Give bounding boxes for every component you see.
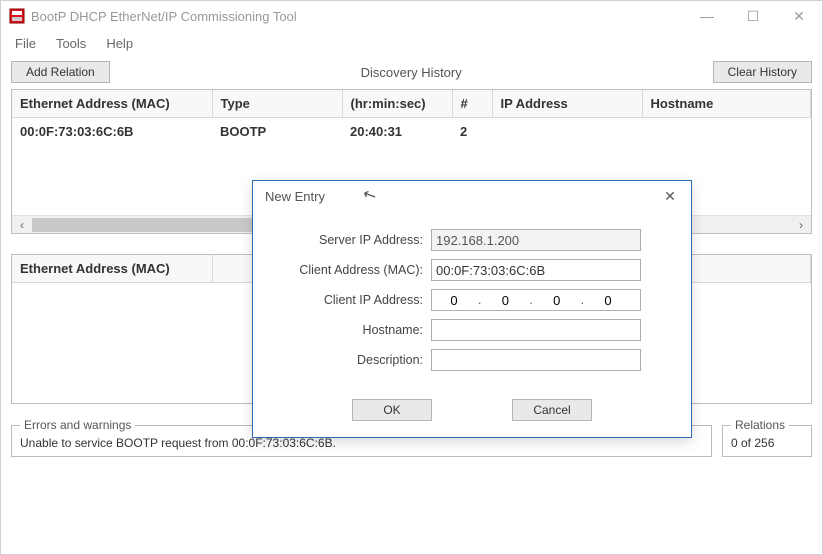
app-icon [9,8,25,24]
col-header-mac[interactable]: Ethernet Address (MAC) [12,90,212,118]
client-ip-label: Client IP Address: [271,293,431,307]
cell-host [642,118,811,146]
maximize-button[interactable]: ☐ [730,1,776,31]
ip-octet-4[interactable] [586,292,630,309]
client-mac-field[interactable] [431,259,641,281]
scroll-right-icon[interactable]: › [793,218,809,232]
ip-dot: . [476,293,483,307]
menu-help[interactable]: Help [96,34,143,53]
clear-history-button[interactable]: Clear History [713,61,812,83]
cell-type: BOOTP [212,118,342,146]
description-field[interactable] [431,349,641,371]
col-header-count[interactable]: # [452,90,492,118]
dialog-close-button[interactable]: ✕ [655,188,685,205]
close-button[interactable]: ✕ [776,1,822,31]
errors-legend: Errors and warnings [20,418,135,432]
cell-count: 2 [452,118,492,146]
toolbar: Add Relation Discovery History Clear His… [11,61,812,83]
ip-octet-3[interactable] [535,292,579,309]
server-ip-label: Server IP Address: [271,233,431,247]
client-ip-field[interactable]: . . . [431,289,641,311]
new-entry-dialog: New Entry ↖ ✕ Server IP Address: Client … [252,180,692,438]
col-header-host[interactable]: Hostname [642,90,811,118]
titlebar: BootP DHCP EtherNet/IP Commissioning Too… [1,1,822,31]
col-header-type[interactable]: Type [212,90,342,118]
dialog-buttons: OK Cancel [253,387,691,437]
grid-header-row: Ethernet Address (MAC) Type (hr:min:sec)… [12,90,811,118]
server-ip-field [431,229,641,251]
dialog-titlebar: New Entry ↖ ✕ [253,181,691,211]
ip-dot: . [579,293,586,307]
dialog-body: Server IP Address: Client Address (MAC):… [253,211,691,387]
col-header-time[interactable]: (hr:min:sec) [342,90,452,118]
table-row[interactable]: 00:0F:73:03:6C:6B BOOTP 20:40:31 2 [12,118,811,146]
menubar: File Tools Help [1,31,822,55]
ip-octet-1[interactable] [432,292,476,309]
add-relation-button[interactable]: Add Relation [11,61,110,83]
cancel-button[interactable]: Cancel [512,399,592,421]
cell-time: 20:40:31 [342,118,452,146]
minimize-button[interactable]: — [684,1,730,31]
relations-legend: Relations [731,418,789,432]
window-title: BootP DHCP EtherNet/IP Commissioning Too… [31,9,684,24]
menu-tools[interactable]: Tools [46,34,96,53]
client-mac-label: Client Address (MAC): [271,263,431,277]
col-header-ip[interactable]: IP Address [492,90,642,118]
hostname-label: Hostname: [271,323,431,337]
scroll-left-icon[interactable]: ‹ [14,218,30,232]
relations-count: 0 of 256 [731,436,803,450]
cell-ip [492,118,642,146]
ok-button[interactable]: OK [352,399,432,421]
ip-octet-2[interactable] [483,292,527,309]
description-label: Description: [271,353,431,367]
dialog-title: New Entry [265,189,655,204]
col-header-mac-lower[interactable]: Ethernet Address (MAC) [12,255,212,283]
menu-file[interactable]: File [5,34,46,53]
errors-text: Unable to service BOOTP request from 00:… [20,436,703,450]
hostname-field[interactable] [431,319,641,341]
cell-mac: 00:0F:73:03:6C:6B [12,118,212,146]
window-controls: — ☐ ✕ [684,1,822,31]
relations-panel: Relations 0 of 256 [722,418,812,457]
ip-dot: . [527,293,534,307]
discovery-history-label: Discovery History [110,65,713,80]
